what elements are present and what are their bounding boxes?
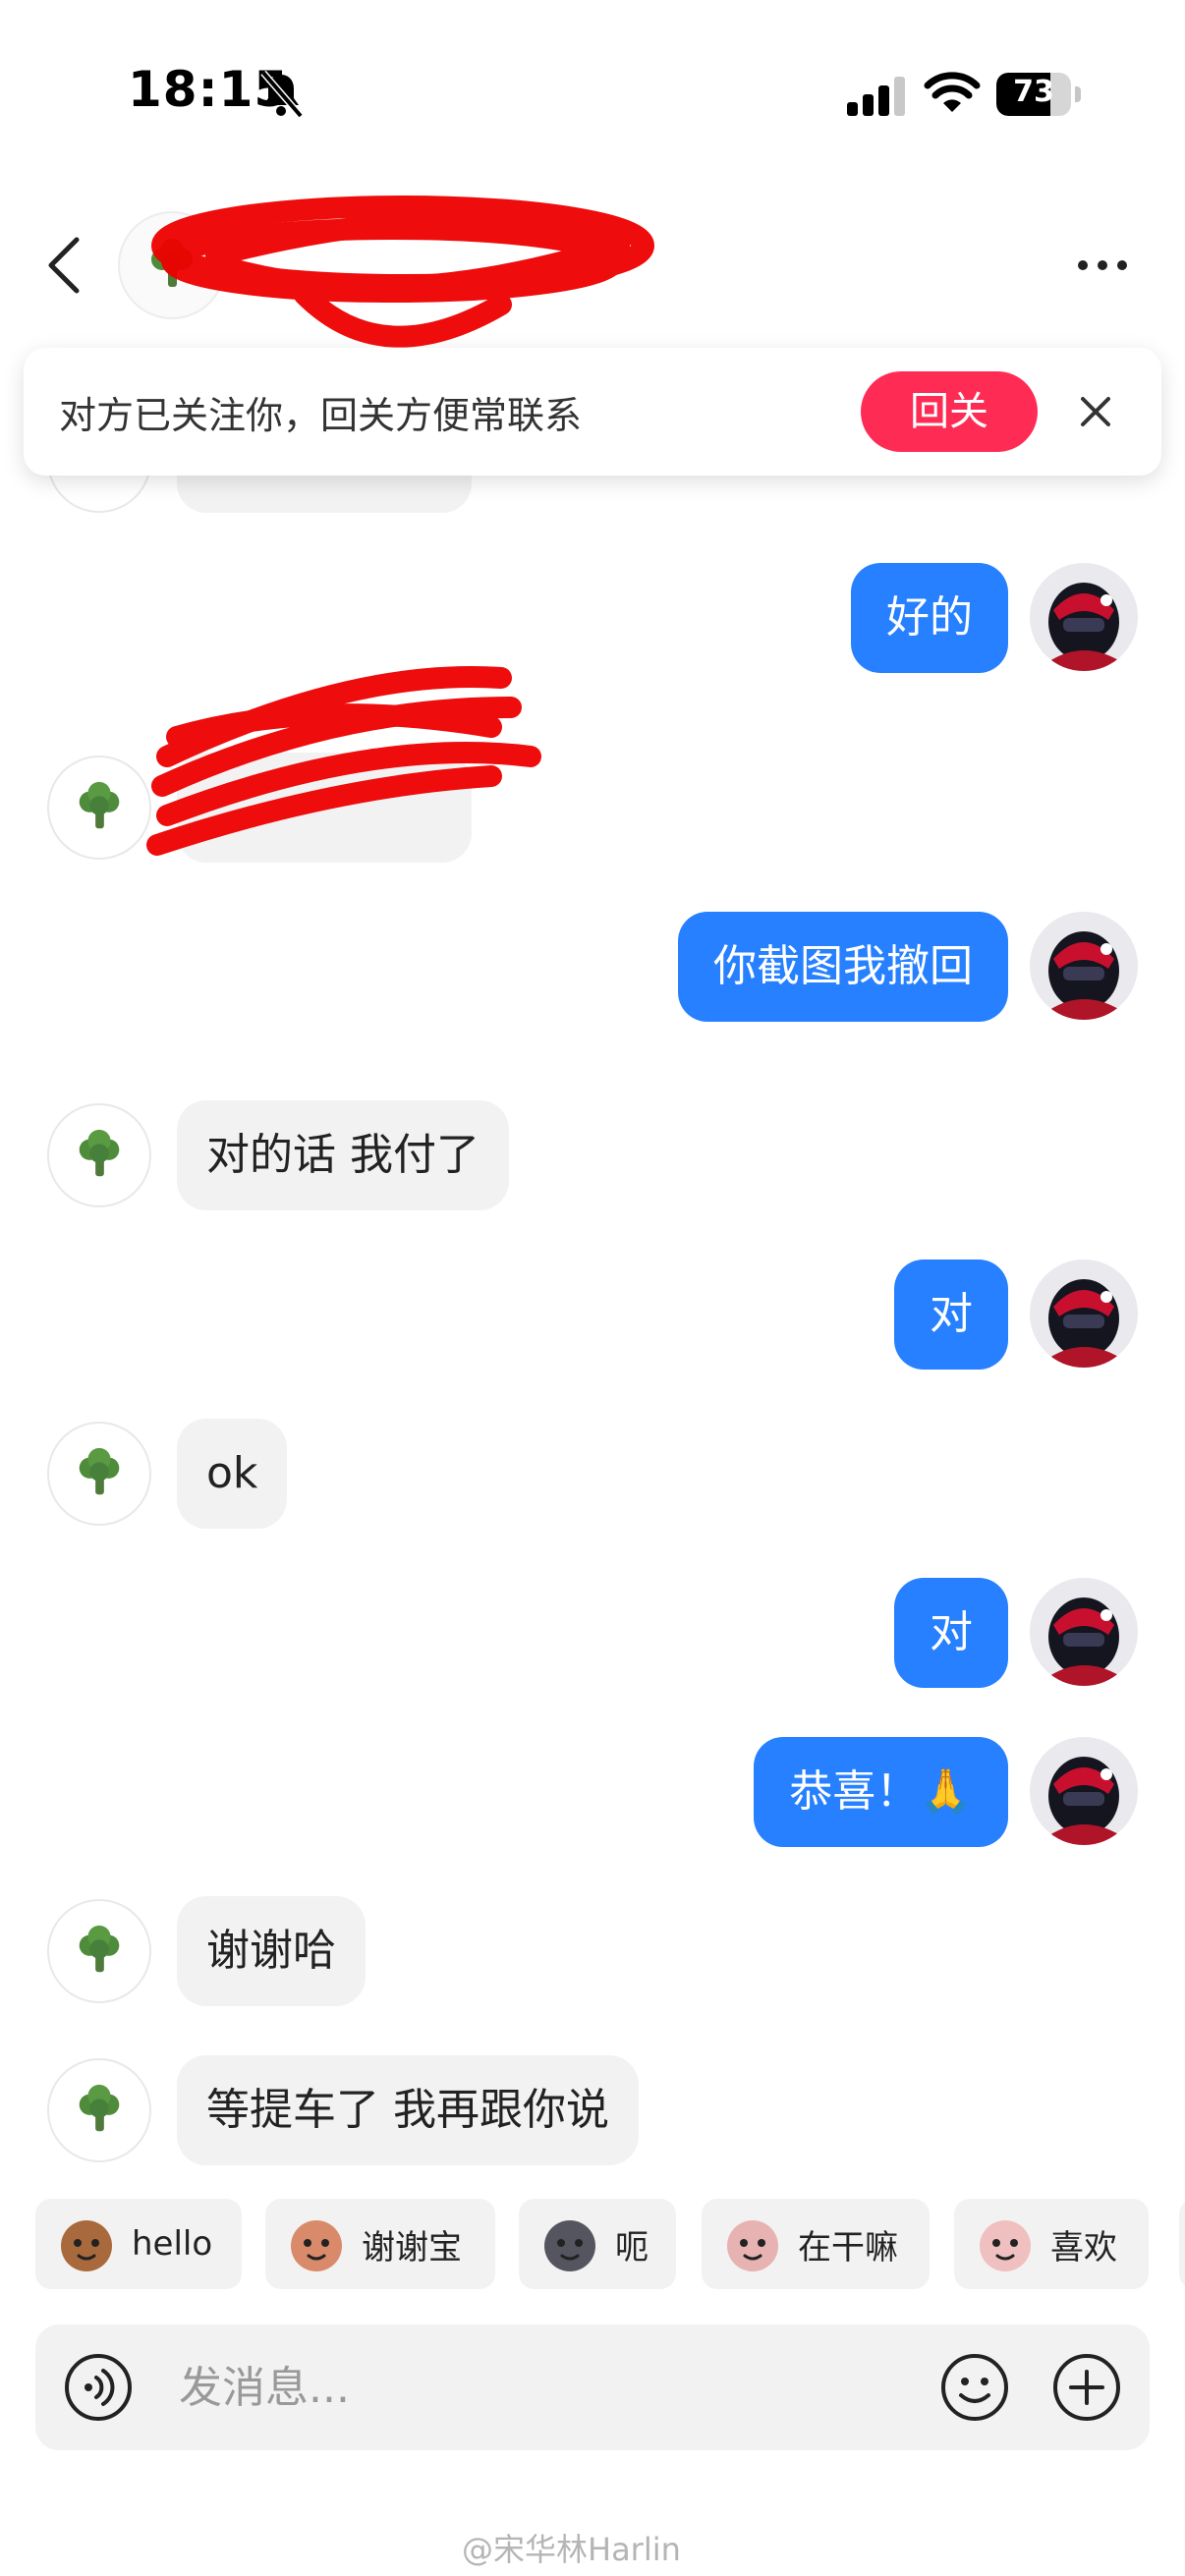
- message-bubble[interactable]: 恭喜！🙏: [754, 1737, 1008, 1847]
- back-icon[interactable]: [41, 234, 86, 297]
- message-bubble[interactable]: 你截图我撤回: [678, 912, 1008, 1022]
- helmet-avatar-icon: [1030, 563, 1138, 671]
- broccoli-icon: [151, 239, 193, 287]
- follow-back-button[interactable]: 回关: [861, 371, 1038, 452]
- my-avatar[interactable]: [1030, 1260, 1138, 1368]
- my-avatar[interactable]: [1030, 1737, 1138, 1845]
- contact-avatar-small[interactable]: [47, 756, 151, 860]
- contact-avatar[interactable]: [118, 211, 226, 319]
- helmet-avatar-icon: [1030, 1260, 1138, 1368]
- battery-icon: 73: [996, 73, 1083, 118]
- contact-avatar-small[interactable]: [47, 1899, 151, 2003]
- signal-icon: [847, 77, 905, 116]
- message-bubble[interactable]: 对: [894, 1578, 1008, 1688]
- message-bubble[interactable]: 对的话 我付了: [177, 1100, 509, 1210]
- watermark: @宋华林Harlin: [462, 2531, 681, 2568]
- more-icon[interactable]: [1075, 255, 1130, 275]
- quick-reply-chip[interactable]: 谢谢宝: [265, 2199, 495, 2289]
- close-icon[interactable]: [1075, 391, 1116, 432]
- message-bubble[interactable]: [177, 753, 472, 863]
- battery-percent: 73: [1013, 75, 1054, 109]
- my-avatar[interactable]: [1030, 912, 1138, 1020]
- wifi-icon: [924, 72, 981, 112]
- message-input[interactable]: [179, 2354, 945, 2421]
- broccoli-icon: [79, 1447, 120, 1495]
- sticker-icon: [544, 2220, 595, 2271]
- contact-avatar-small[interactable]: [47, 1103, 151, 1207]
- quick-reply-chip[interactable]: hello: [35, 2199, 242, 2289]
- bell-muted-icon: [260, 70, 304, 119]
- voice-icon[interactable]: [63, 2352, 134, 2423]
- message-bubble[interactable]: ok: [177, 1419, 288, 1529]
- my-avatar[interactable]: [1030, 1578, 1138, 1686]
- broccoli-icon: [79, 1925, 120, 1973]
- quick-reply-label: 谢谢宝: [362, 2227, 462, 2268]
- follow-back-banner: 对方已关注你，回关方便常联系 回关: [24, 348, 1161, 476]
- plus-icon[interactable]: [1051, 2352, 1122, 2423]
- quick-reply-chip[interactable]: [1179, 2199, 1185, 2289]
- message-input-bar: [35, 2324, 1150, 2450]
- quick-reply-chip[interactable]: 喜欢: [954, 2199, 1149, 2289]
- message-bubble[interactable]: 等提车了 我再跟你说: [177, 2055, 639, 2165]
- message-bubble[interactable]: 对: [894, 1260, 1008, 1370]
- broccoli-icon: [79, 2084, 120, 2132]
- quick-reply-label: 喜欢: [1050, 2227, 1117, 2268]
- quick-reply-label: hello: [132, 2224, 213, 2264]
- message-bubble[interactable]: 好的: [851, 563, 1008, 673]
- sticker-icon: [727, 2220, 778, 2271]
- quick-reply-chip[interactable]: 在干嘛: [702, 2199, 930, 2289]
- quick-reply-chip[interactable]: 呃: [519, 2199, 676, 2289]
- helmet-avatar-icon: [1030, 1578, 1138, 1686]
- quick-reply-label: 呃: [615, 2227, 649, 2268]
- broccoli-icon: [79, 1129, 120, 1177]
- sticker-icon: [61, 2220, 112, 2271]
- contact-avatar-small[interactable]: [47, 1422, 151, 1526]
- message-bubble[interactable]: 谢谢哈: [177, 1896, 366, 2006]
- broccoli-icon: [79, 781, 120, 829]
- helmet-avatar-icon: [1030, 912, 1138, 1020]
- sticker-icon: [980, 2220, 1031, 2271]
- emoji-icon[interactable]: [939, 2352, 1010, 2423]
- helmet-avatar-icon: [1030, 1737, 1138, 1845]
- sticker-icon: [291, 2220, 342, 2271]
- banner-text: 对方已关注你，回关方便常联系: [59, 394, 583, 437]
- contact-avatar-small[interactable]: [47, 2058, 151, 2162]
- quick-reply-label: 在干嘛: [798, 2227, 898, 2268]
- quick-reply-row: hello 谢谢宝 呃 在干嘛 喜欢: [35, 2199, 1185, 2289]
- my-avatar[interactable]: [1030, 563, 1138, 671]
